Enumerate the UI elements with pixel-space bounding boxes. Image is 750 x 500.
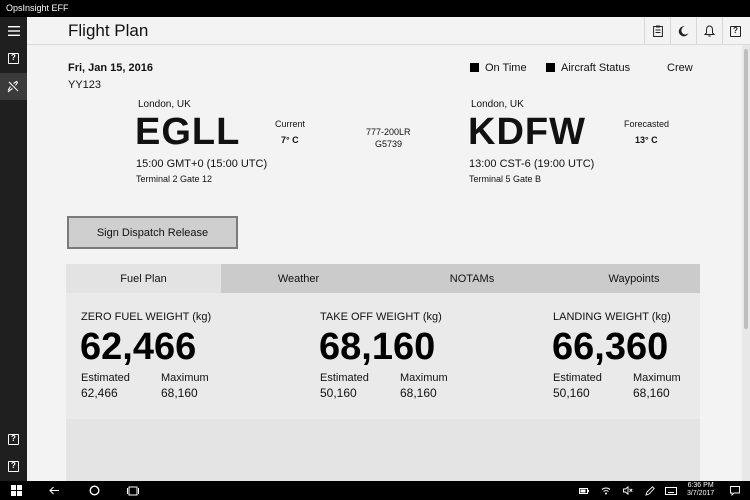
clipboard-icon bbox=[652, 25, 663, 37]
aircraft-status-label: Aircraft Status bbox=[561, 62, 631, 74]
sidebar-help-button[interactable]: ? bbox=[0, 45, 27, 72]
destination-terminal: Terminal 5 Gate B bbox=[469, 174, 542, 184]
bell-icon bbox=[704, 25, 715, 37]
aircraft-registration: G5739 bbox=[375, 139, 403, 149]
airplane-icon bbox=[7, 80, 19, 93]
destination-weather-label: Forecasted bbox=[624, 119, 670, 129]
sign-dispatch-release-button[interactable]: Sign Dispatch Release bbox=[67, 216, 238, 249]
clock-date: 3/7/2017 bbox=[687, 490, 715, 497]
sidebar: ? ? ? bbox=[0, 17, 27, 481]
aircraft-status-swatch bbox=[546, 63, 555, 72]
origin-code: EGLL bbox=[135, 111, 241, 153]
aircraft-type: 777-200LR bbox=[366, 127, 411, 137]
help-icon: ? bbox=[730, 25, 741, 37]
wifi-icon bbox=[601, 487, 611, 495]
task-view-icon bbox=[127, 486, 139, 495]
hamburger-icon bbox=[7, 25, 20, 36]
action-center-button[interactable] bbox=[728, 481, 742, 500]
origin-city: London, UK bbox=[138, 99, 191, 110]
notifications-button[interactable] bbox=[696, 17, 722, 45]
header-bar: Flight Plan ? bbox=[27, 17, 750, 45]
clock-time: 6:36 PM bbox=[687, 482, 714, 489]
tow-label: TAKE OFF WEIGHT (kg) bbox=[320, 311, 442, 323]
sidebar-help-button-3[interactable]: ? bbox=[0, 453, 27, 480]
night-mode-button[interactable] bbox=[670, 17, 696, 45]
origin-temp: 7° C bbox=[281, 135, 299, 145]
hamburger-menu-button[interactable] bbox=[0, 17, 27, 44]
start-button[interactable] bbox=[8, 481, 24, 500]
zfw-estimated-value: 62,466 bbox=[81, 386, 118, 400]
page-title: Flight Plan bbox=[68, 21, 149, 40]
header-help-button[interactable]: ? bbox=[722, 17, 748, 45]
zfw-maximum-value: 68,160 bbox=[161, 386, 198, 400]
clock[interactable]: 6:36 PM 3/7/2017 bbox=[687, 482, 714, 498]
legend-aircraft-status: Aircraft Status bbox=[546, 62, 630, 74]
tab-bar: Fuel Plan Weather NOTAMs Waypoints bbox=[66, 264, 700, 293]
flight-date: Fri, Jan 15, 2016 bbox=[68, 62, 153, 74]
help-icon: ? bbox=[8, 53, 19, 64]
legend-on-time: On Time bbox=[470, 62, 527, 74]
notification-bubble-icon bbox=[730, 485, 740, 496]
pen-icon bbox=[645, 485, 655, 496]
task-view-button[interactable] bbox=[125, 481, 141, 500]
origin-time: 15:00 GMT+0 (15:00 UTC) bbox=[136, 158, 268, 170]
app-window: OpsInsight EFF ? ? ? Flight Plan ? Fri, … bbox=[0, 0, 750, 481]
fuel-plan-panel: ZERO FUEL WEIGHT (kg) 62,466 Estimated 6… bbox=[66, 293, 700, 481]
help-icon: ? bbox=[8, 461, 19, 472]
vertical-scrollbar[interactable] bbox=[742, 45, 750, 481]
speaker-muted-icon bbox=[623, 486, 633, 495]
keyboard-icon bbox=[665, 486, 677, 495]
zfw-estimated-label: Estimated bbox=[81, 372, 130, 384]
keyboard-indicator[interactable] bbox=[664, 481, 678, 500]
tow-value: 68,160 bbox=[319, 326, 436, 368]
lw-label: LANDING WEIGHT (kg) bbox=[553, 311, 671, 323]
lw-estimated-label: Estimated bbox=[553, 372, 602, 384]
legend-crew: Crew bbox=[667, 62, 693, 74]
sidebar-help-button-2[interactable]: ? bbox=[0, 426, 27, 453]
window-title: OpsInsight EFF bbox=[0, 0, 750, 17]
lw-value: 66,360 bbox=[552, 326, 669, 368]
back-button[interactable] bbox=[46, 481, 62, 500]
windows-icon bbox=[10, 485, 22, 496]
tab-weather[interactable]: Weather bbox=[221, 264, 376, 293]
origin-terminal: Terminal 2 Gate 12 bbox=[136, 174, 213, 184]
volume-indicator[interactable] bbox=[622, 481, 634, 500]
zfw-value: 62,466 bbox=[80, 326, 197, 368]
destination-time: 13:00 CST-6 (19:00 UTC) bbox=[469, 158, 595, 170]
wifi-indicator[interactable] bbox=[600, 481, 612, 500]
flight-number: YY123 bbox=[68, 79, 102, 91]
tow-maximum-label: Maximum bbox=[400, 372, 448, 384]
tow-estimated-value: 50,160 bbox=[320, 386, 357, 400]
pen-indicator[interactable] bbox=[644, 481, 656, 500]
destination-city: London, UK bbox=[471, 99, 524, 110]
sidebar-flight-button[interactable] bbox=[0, 73, 27, 100]
on-time-label: On Time bbox=[485, 62, 527, 74]
lw-estimated-value: 50,160 bbox=[553, 386, 590, 400]
back-arrow-icon bbox=[48, 486, 59, 495]
lw-maximum-label: Maximum bbox=[633, 372, 681, 384]
zfw-maximum-label: Maximum bbox=[161, 372, 209, 384]
clipboard-button[interactable] bbox=[644, 17, 670, 45]
tab-waypoints[interactable]: Waypoints bbox=[568, 264, 700, 293]
destination-code: KDFW bbox=[468, 111, 586, 153]
battery-indicator[interactable] bbox=[578, 481, 590, 500]
tow-maximum-value: 68,160 bbox=[400, 386, 437, 400]
lw-maximum-value: 68,160 bbox=[633, 386, 670, 400]
scrollbar-thumb[interactable] bbox=[744, 49, 748, 329]
tab-notams[interactable]: NOTAMs bbox=[376, 264, 568, 293]
battery-icon bbox=[579, 487, 589, 494]
search-button[interactable] bbox=[86, 481, 102, 500]
circle-search-icon bbox=[88, 485, 100, 496]
tow-estimated-label: Estimated bbox=[320, 372, 369, 384]
origin-weather-label: Current bbox=[275, 119, 306, 129]
zfw-label: ZERO FUEL WEIGHT (kg) bbox=[81, 311, 212, 323]
help-icon: ? bbox=[8, 434, 19, 445]
moon-icon bbox=[678, 25, 689, 36]
taskbar: 6:36 PM 3/7/2017 bbox=[0, 481, 750, 500]
tab-fuel-plan[interactable]: Fuel Plan bbox=[66, 264, 221, 293]
weights-section: ZERO FUEL WEIGHT (kg) 62,466 Estimated 6… bbox=[66, 293, 700, 419]
main-content: Fri, Jan 15, 2016 YY123 On Time Aircraft… bbox=[27, 45, 742, 481]
on-time-swatch bbox=[470, 63, 479, 72]
destination-temp: 13° C bbox=[635, 135, 658, 145]
